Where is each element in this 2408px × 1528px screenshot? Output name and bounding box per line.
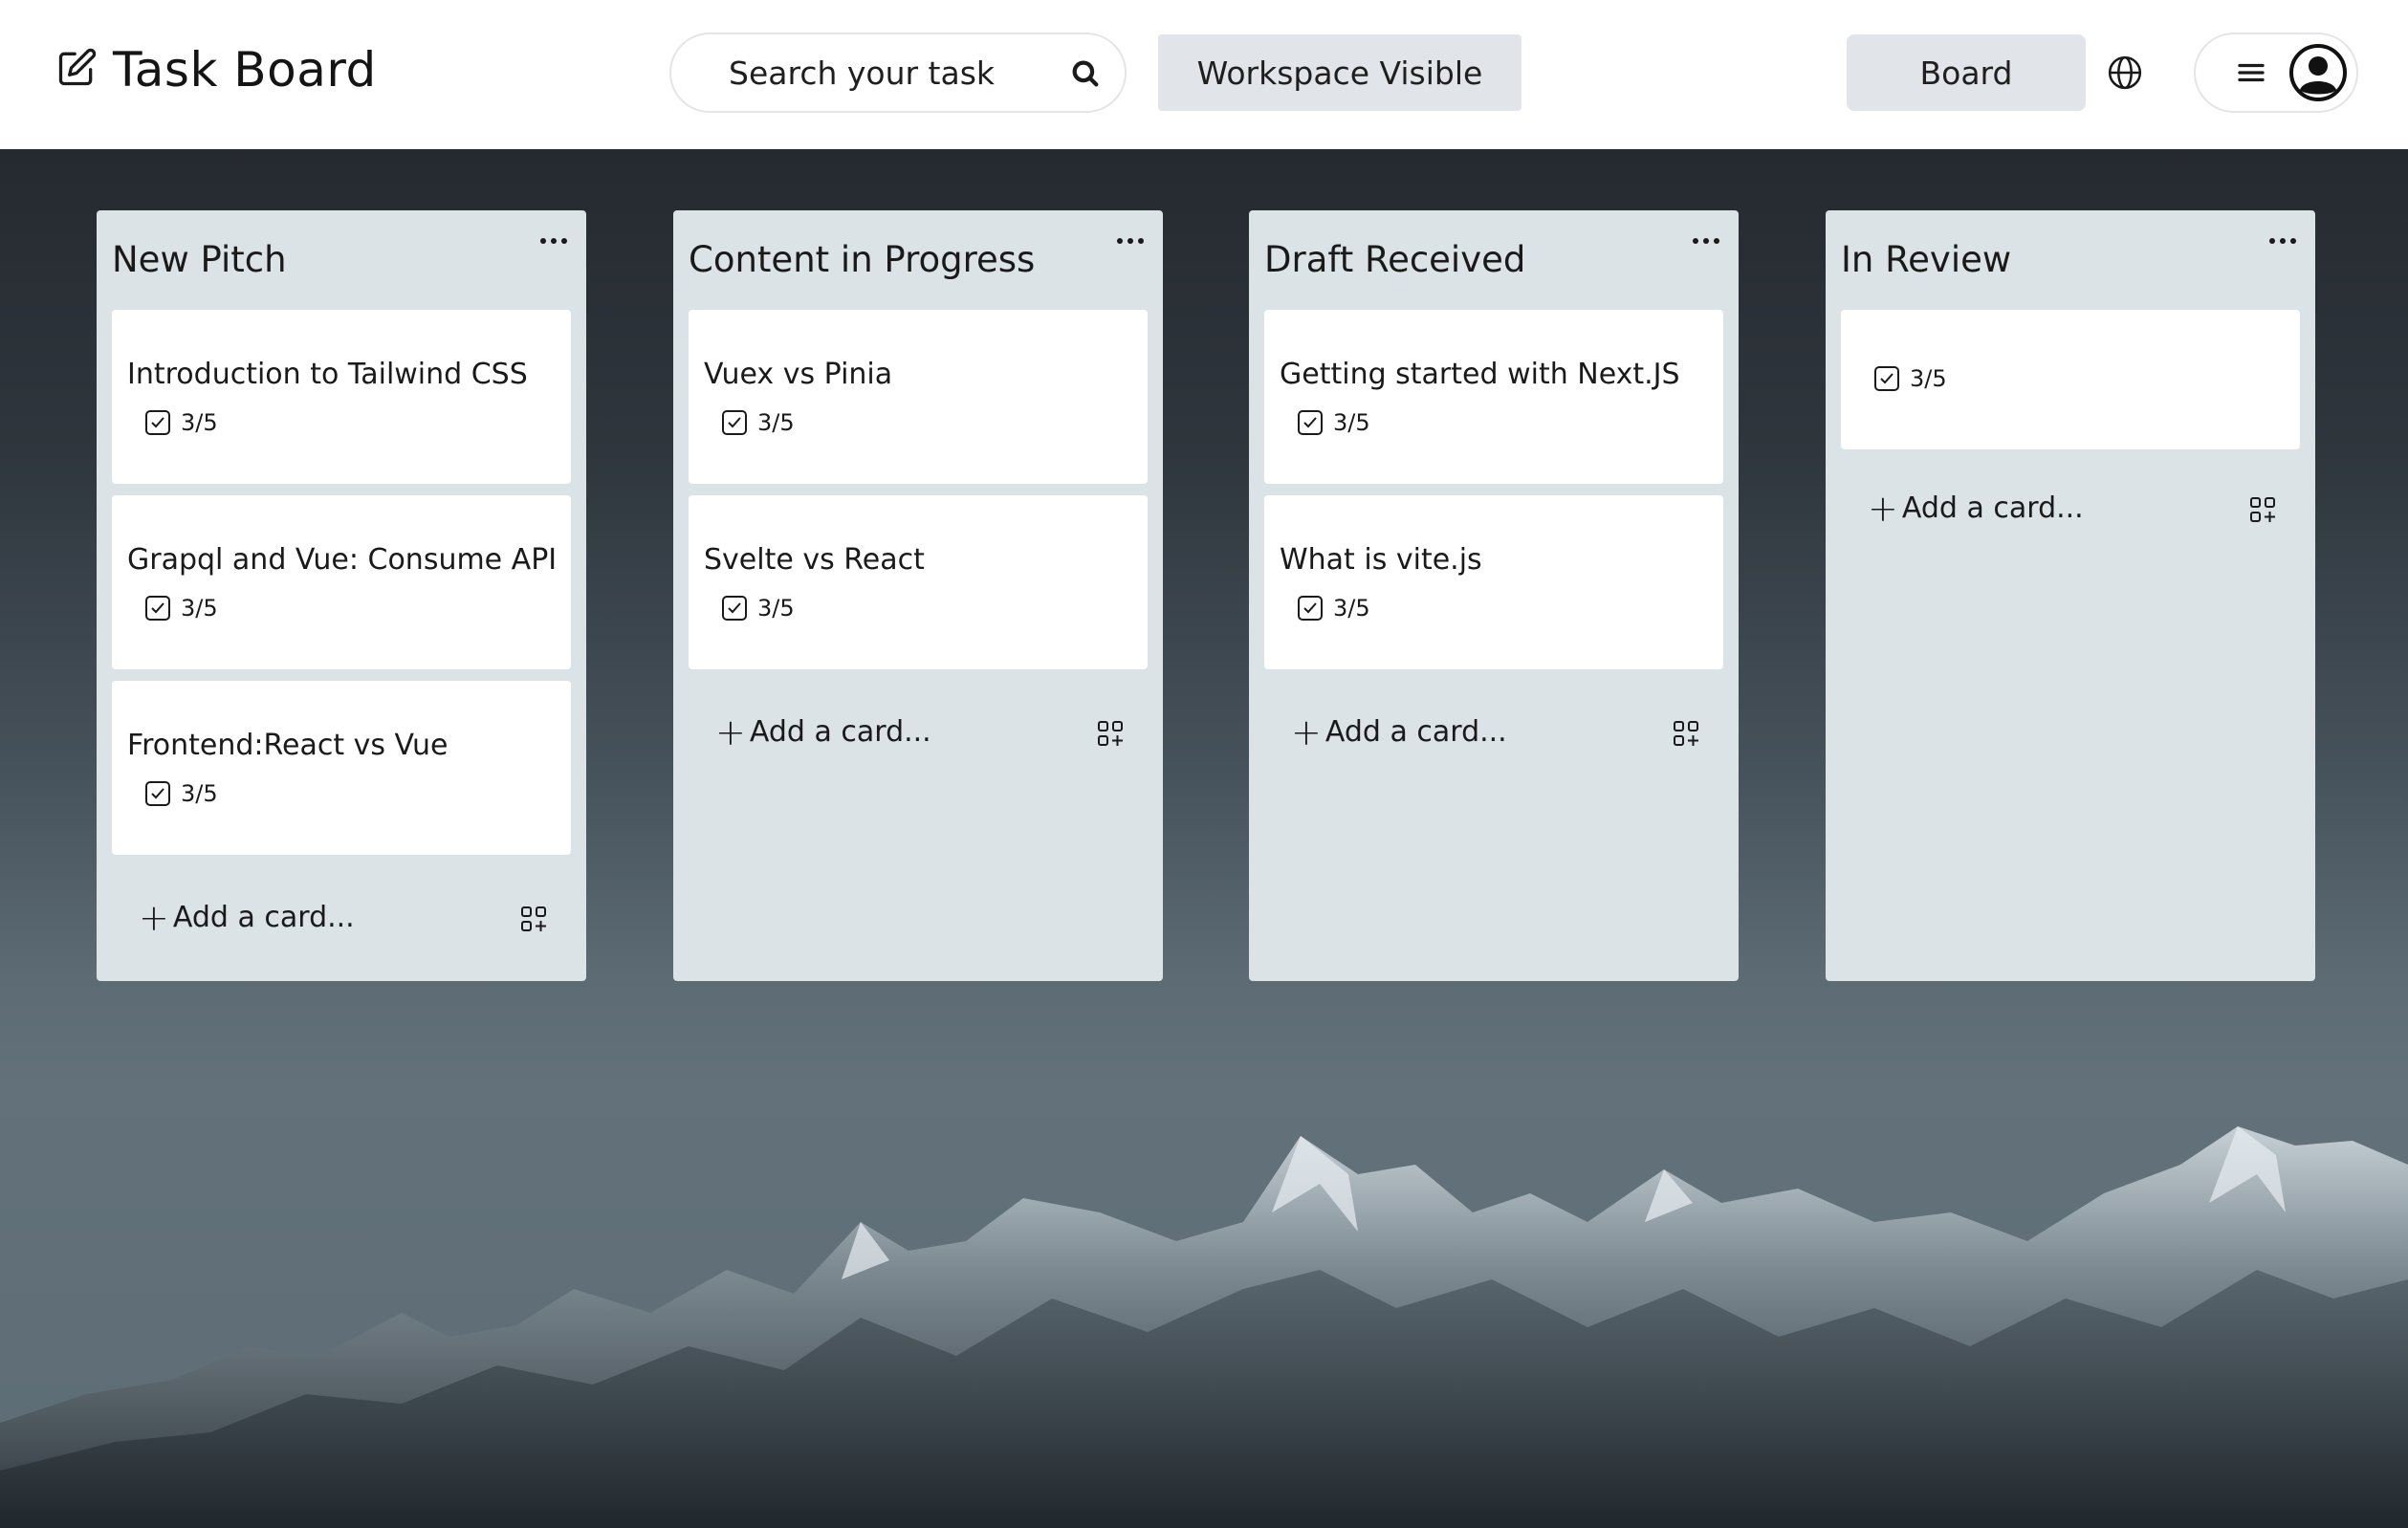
template-add-icon[interactable]: [1096, 719, 1125, 748]
top-bar: Task Board Workspace Visible Board: [0, 0, 2408, 149]
mountain-background: [0, 1126, 2408, 1528]
board-button[interactable]: Board: [1847, 34, 2086, 111]
board-area: New Pitch Introduction to Tailwind CSS 3…: [0, 149, 2408, 1528]
add-card-label: Add a card...: [1324, 715, 1507, 749]
checklist-status: 3/5: [144, 595, 218, 622]
add-card-label: Add a card...: [749, 715, 931, 749]
edit-icon: [55, 47, 98, 93]
checklist-count: 3/5: [1333, 595, 1370, 622]
workspace-visibility-button[interactable]: Workspace Visible: [1158, 34, 1521, 111]
task-card[interactable]: Vuex vs Pinia 3/5: [689, 310, 1148, 484]
template-add-icon[interactable]: [1672, 719, 1700, 748]
user-menu[interactable]: [2194, 33, 2358, 113]
more-horizontal-icon[interactable]: [1691, 233, 1721, 249]
checklist-status: 3/5: [144, 780, 218, 807]
checklist-count: 3/5: [181, 780, 218, 807]
checklist-status: 3/5: [721, 595, 795, 622]
card-title: Grapql and Vue: Consume API: [127, 543, 558, 577]
globe-icon[interactable]: [2107, 55, 2143, 91]
checklist-count: 3/5: [757, 409, 795, 436]
checkbox-icon: [145, 596, 170, 621]
plus-icon: +: [1868, 487, 1898, 530]
plus-icon: +: [139, 896, 169, 939]
task-card[interactable]: Getting started with Next.JS 3/5: [1264, 310, 1723, 484]
search-box[interactable]: [669, 33, 1127, 113]
plus-icon: +: [715, 710, 746, 753]
checkbox-icon: [145, 781, 170, 806]
add-card-button[interactable]: + Add a card...: [715, 710, 931, 753]
checklist-count: 3/5: [181, 409, 218, 436]
add-card-button[interactable]: + Add a card...: [1868, 487, 2084, 530]
checklist-status: 3/5: [1873, 365, 1947, 392]
search-icon[interactable]: [1069, 57, 1102, 90]
checklist-count: 3/5: [181, 595, 218, 622]
checkbox-icon: [145, 410, 170, 435]
task-card[interactable]: What is vite.js 3/5: [1264, 495, 1723, 669]
list-title: New Pitch: [112, 239, 287, 280]
add-card-label: Add a card...: [1901, 491, 2084, 525]
list-title: Content in Progress: [689, 239, 1036, 280]
add-card-button[interactable]: + Add a card...: [1291, 710, 1507, 753]
task-card[interactable]: 3/5: [1841, 310, 2300, 449]
list-title: In Review: [1841, 239, 2012, 280]
card-title: What is vite.js: [1280, 543, 1482, 577]
card-title: Frontend:React vs Vue: [127, 729, 449, 762]
more-horizontal-icon[interactable]: [1115, 233, 1146, 249]
card-title: Vuex vs Pinia: [704, 358, 893, 391]
search-input[interactable]: [729, 52, 1044, 94]
checklist-status: 3/5: [144, 409, 218, 436]
checklist-status: 3/5: [721, 409, 795, 436]
template-add-icon[interactable]: [2248, 495, 2277, 524]
checklist-count: 3/5: [757, 595, 795, 622]
more-horizontal-icon[interactable]: [538, 233, 569, 249]
checkbox-icon: [1298, 410, 1323, 435]
more-horizontal-icon[interactable]: [2267, 233, 2298, 249]
list-in-review: In Review 3/5 + Add a card...: [1826, 210, 2315, 981]
page-title: Task Board: [113, 42, 377, 98]
task-card[interactable]: Grapql and Vue: Consume API 3/5: [112, 495, 571, 669]
checklist-status: 3/5: [1297, 595, 1370, 622]
card-title: Svelte vs React: [704, 543, 925, 577]
list-draft-received: Draft Received Getting started with Next…: [1249, 210, 1739, 981]
plus-icon: +: [1291, 710, 1322, 753]
template-add-icon[interactable]: [519, 905, 548, 933]
user-avatar-icon[interactable]: [2289, 44, 2347, 101]
add-card-button[interactable]: + Add a card...: [139, 896, 355, 939]
brand[interactable]: Task Board: [55, 42, 377, 98]
checklist-count: 3/5: [1910, 365, 1947, 392]
list-new-pitch: New Pitch Introduction to Tailwind CSS 3…: [97, 210, 586, 981]
list-content-in-progress: Content in Progress Vuex vs Pinia 3/5 Sv…: [673, 210, 1163, 981]
task-card[interactable]: Introduction to Tailwind CSS 3/5: [112, 310, 571, 484]
checkbox-icon: [1874, 366, 1899, 391]
checklist-status: 3/5: [1297, 409, 1370, 436]
card-title: Introduction to Tailwind CSS: [127, 358, 528, 391]
hamburger-icon[interactable]: [2234, 55, 2268, 90]
checkbox-icon: [722, 410, 747, 435]
task-card[interactable]: Svelte vs React 3/5: [689, 495, 1148, 669]
card-title: Getting started with Next.JS: [1280, 358, 1680, 391]
checkbox-icon: [1298, 596, 1323, 621]
checkbox-icon: [722, 596, 747, 621]
checklist-count: 3/5: [1333, 409, 1370, 436]
task-card[interactable]: Frontend:React vs Vue 3/5: [112, 681, 571, 855]
list-title: Draft Received: [1264, 239, 1526, 280]
add-card-label: Add a card...: [172, 901, 355, 934]
